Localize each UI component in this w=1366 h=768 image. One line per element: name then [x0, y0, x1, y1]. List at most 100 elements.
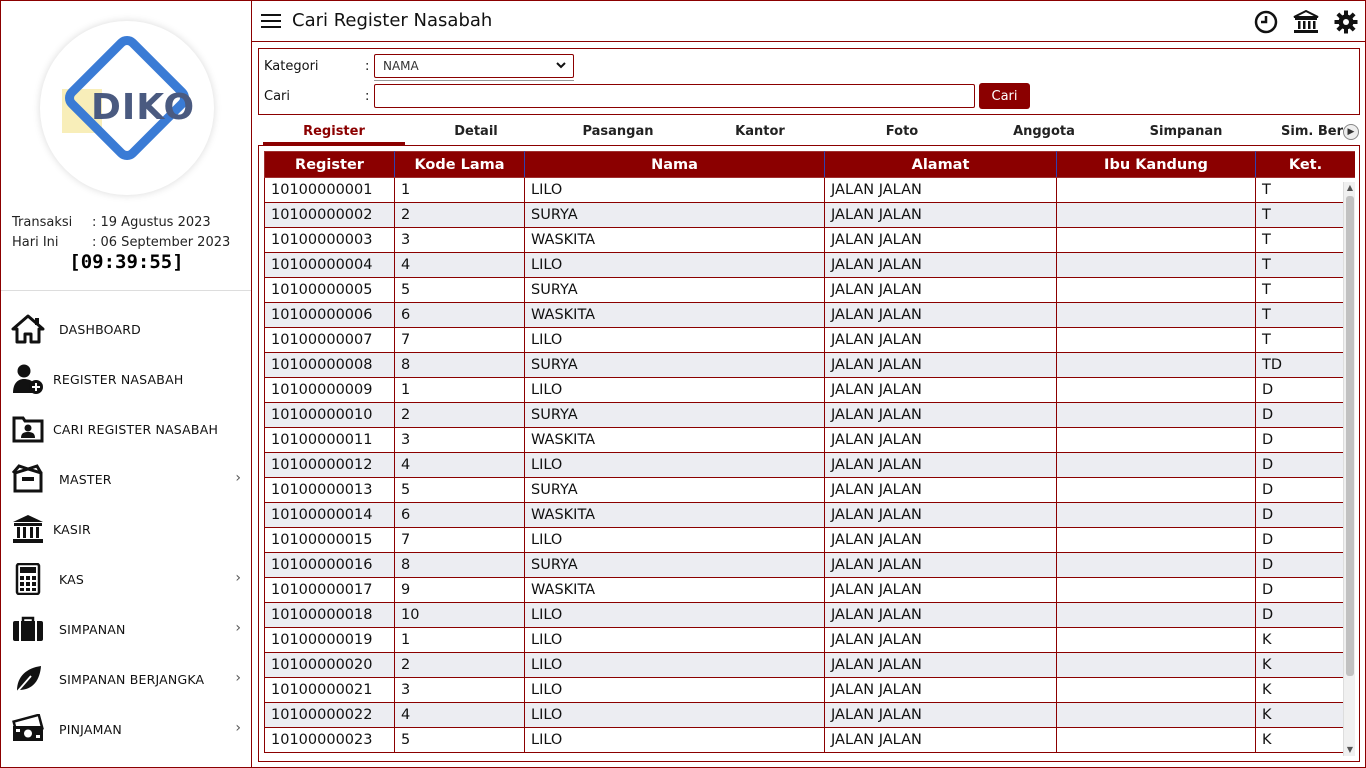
cell-ibu-kandung	[1056, 352, 1256, 378]
column-header-ket[interactable]: Ket.	[1255, 151, 1355, 178]
sidebar-item-label: SIMPANAN	[59, 621, 126, 637]
sidebar-item-pinjaman[interactable]: PINJAMAN ›	[1, 704, 251, 754]
tab-kantor[interactable]: Kantor	[689, 121, 831, 145]
table-row[interactable]: 10100000010 2 SURYA JALAN JALAN D	[264, 402, 1355, 428]
sidebar-item-master[interactable]: MASTER ›	[1, 454, 251, 504]
table-row[interactable]: 10100000020 2 LILO JALAN JALAN K	[264, 652, 1355, 678]
table-row[interactable]: 10100000023 5 LILO JALAN JALAN K	[264, 727, 1355, 753]
cell-register: 10100000018	[264, 602, 395, 628]
search-input[interactable]	[374, 84, 975, 108]
table-row[interactable]: 10100000015 7 LILO JALAN JALAN D	[264, 527, 1355, 553]
hamburger-menu-icon[interactable]	[261, 14, 281, 30]
cell-alamat: JALAN JALAN	[824, 452, 1057, 478]
cell-alamat: JALAN JALAN	[824, 252, 1057, 278]
table-row[interactable]: 10100000006 6 WASKITA JALAN JALAN T	[264, 302, 1355, 328]
cell-kode-lama: 1	[394, 377, 525, 403]
cell-nama: WASKITA	[524, 227, 825, 253]
scroll-down-icon[interactable]: ▼	[1344, 744, 1355, 756]
table-row[interactable]: 10100000021 3 LILO JALAN JALAN K	[264, 677, 1355, 703]
table-row[interactable]: 10100000014 6 WASKITA JALAN JALAN D	[264, 502, 1355, 528]
table-row[interactable]: 10100000007 7 LILO JALAN JALAN T	[264, 327, 1355, 353]
cell-alamat: JALAN JALAN	[824, 202, 1057, 228]
tab-anggota[interactable]: Anggota	[973, 121, 1115, 145]
vertical-scrollbar[interactable]: ▲ ▼	[1343, 182, 1355, 756]
cell-ibu-kandung	[1056, 502, 1256, 528]
cell-kode-lama: 4	[394, 702, 525, 728]
column-header-kode-lama[interactable]: Kode Lama	[394, 151, 525, 178]
tab-foto[interactable]: Foto	[831, 121, 973, 145]
cell-kode-lama: 6	[394, 302, 525, 328]
tab-scroll-button[interactable]: ▶	[1343, 124, 1359, 140]
cell-kode-lama: 3	[394, 677, 525, 703]
cell-alamat: JALAN JALAN	[824, 677, 1057, 703]
column-header-ibu-kandung[interactable]: Ibu Kandung	[1056, 151, 1256, 178]
chevron-right-icon: ›	[235, 720, 241, 736]
cell-kode-lama: 7	[394, 527, 525, 553]
cell-register: 10100000022	[264, 702, 395, 728]
app-window: DIKO Transaksi: 19 Agustus 2023 Hari Ini…	[0, 0, 1366, 768]
table-row[interactable]: 10100000022 4 LILO JALAN JALAN K	[264, 702, 1355, 728]
home-icon	[3, 311, 53, 347]
table-row[interactable]: 10100000005 5 SURYA JALAN JALAN T	[264, 277, 1355, 303]
sidebar-item-cari-register-nasabah[interactable]: CARI REGISTER NASABAH	[1, 404, 251, 454]
tab-bar: Register Detail Pasangan Kantor Foto Ang…	[263, 121, 1359, 145]
cell-register: 10100000009	[264, 377, 395, 403]
cell-kode-lama: 8	[394, 352, 525, 378]
sidebar-item-kasir[interactable]: KASIR	[1, 504, 251, 554]
table-row[interactable]: 10100000012 4 LILO JALAN JALAN D	[264, 452, 1355, 478]
search-button[interactable]: Cari	[979, 83, 1030, 109]
tab-detail[interactable]: Detail	[405, 121, 547, 145]
cell-nama: SURYA	[524, 477, 825, 503]
column-header-alamat[interactable]: Alamat	[824, 151, 1057, 178]
cell-kode-lama: 6	[394, 502, 525, 528]
scroll-up-icon[interactable]: ▲	[1344, 182, 1355, 194]
cell-alamat: JALAN JALAN	[824, 527, 1057, 553]
cell-ibu-kandung	[1056, 452, 1256, 478]
cell-alamat: JALAN JALAN	[824, 377, 1057, 403]
table-row[interactable]: 10100000017 9 WASKITA JALAN JALAN D	[264, 577, 1355, 603]
bank-icon[interactable]	[1293, 9, 1319, 35]
kategori-select[interactable]: NAMA	[374, 54, 574, 78]
cell-register: 10100000017	[264, 577, 395, 603]
table-row[interactable]: 10100000004 4 LILO JALAN JALAN T	[264, 252, 1355, 278]
cell-kode-lama: 4	[394, 252, 525, 278]
clock-icon[interactable]	[1253, 9, 1279, 35]
cell-nama: SURYA	[524, 202, 825, 228]
table-row[interactable]: 10100000002 2 SURYA JALAN JALAN T	[264, 202, 1355, 228]
tab-pasangan[interactable]: Pasangan	[547, 121, 689, 145]
sidebar-item-register-nasabah[interactable]: REGISTER NASABAH	[1, 354, 251, 404]
cell-register: 10100000016	[264, 552, 395, 578]
chevron-right-icon: ›	[235, 570, 241, 586]
cell-ibu-kandung	[1056, 177, 1256, 203]
table-row[interactable]: 10100000011 3 WASKITA JALAN JALAN D	[264, 427, 1355, 453]
table-row[interactable]: 10100000003 3 WASKITA JALAN JALAN T	[264, 227, 1355, 253]
sidebar-item-label: DASHBOARD	[59, 321, 141, 337]
table-row[interactable]: 10100000008 8 SURYA JALAN JALAN TD	[264, 352, 1355, 378]
sidebar-item-simpanan[interactable]: SIMPANAN ›	[1, 604, 251, 654]
table-row[interactable]: 10100000013 5 SURYA JALAN JALAN D	[264, 477, 1355, 503]
box-icon	[3, 461, 53, 497]
sidebar-item-dashboard[interactable]: DASHBOARD	[1, 304, 251, 354]
table-row[interactable]: 10100000001 1 LILO JALAN JALAN T	[264, 177, 1355, 203]
sidebar-item-simpanan-berjangka[interactable]: SIMPANAN BERJANGKA ›	[1, 654, 251, 704]
sidebar-item-kas[interactable]: KAS ›	[1, 554, 251, 604]
cell-kode-lama: 5	[394, 477, 525, 503]
column-header-nama[interactable]: Nama	[524, 151, 825, 178]
cell-kode-lama: 5	[394, 277, 525, 303]
cell-ket: D	[1255, 477, 1355, 503]
table-row[interactable]: 10100000019 1 LILO JALAN JALAN K	[264, 627, 1355, 653]
table-row[interactable]: 10100000018 10 LILO JALAN JALAN D	[264, 602, 1355, 628]
table-row[interactable]: 10100000016 8 SURYA JALAN JALAN D	[264, 552, 1355, 578]
cell-kode-lama: 1	[394, 177, 525, 203]
tab-sim-ber[interactable]: Sim. Ber	[1263, 121, 1343, 145]
tab-simpanan[interactable]: Simpanan	[1115, 121, 1257, 145]
cell-register: 10100000010	[264, 402, 395, 428]
gear-icon[interactable]	[1333, 9, 1359, 35]
sidebar: DIKO Transaksi: 19 Agustus 2023 Hari Ini…	[1, 1, 252, 767]
cell-nama: LILO	[524, 527, 825, 553]
scrollbar-thumb[interactable]	[1346, 196, 1354, 676]
tab-register[interactable]: Register	[263, 121, 405, 145]
column-header-register[interactable]: Register	[264, 151, 395, 178]
cell-nama: LILO	[524, 327, 825, 353]
table-row[interactable]: 10100000009 1 LILO JALAN JALAN D	[264, 377, 1355, 403]
